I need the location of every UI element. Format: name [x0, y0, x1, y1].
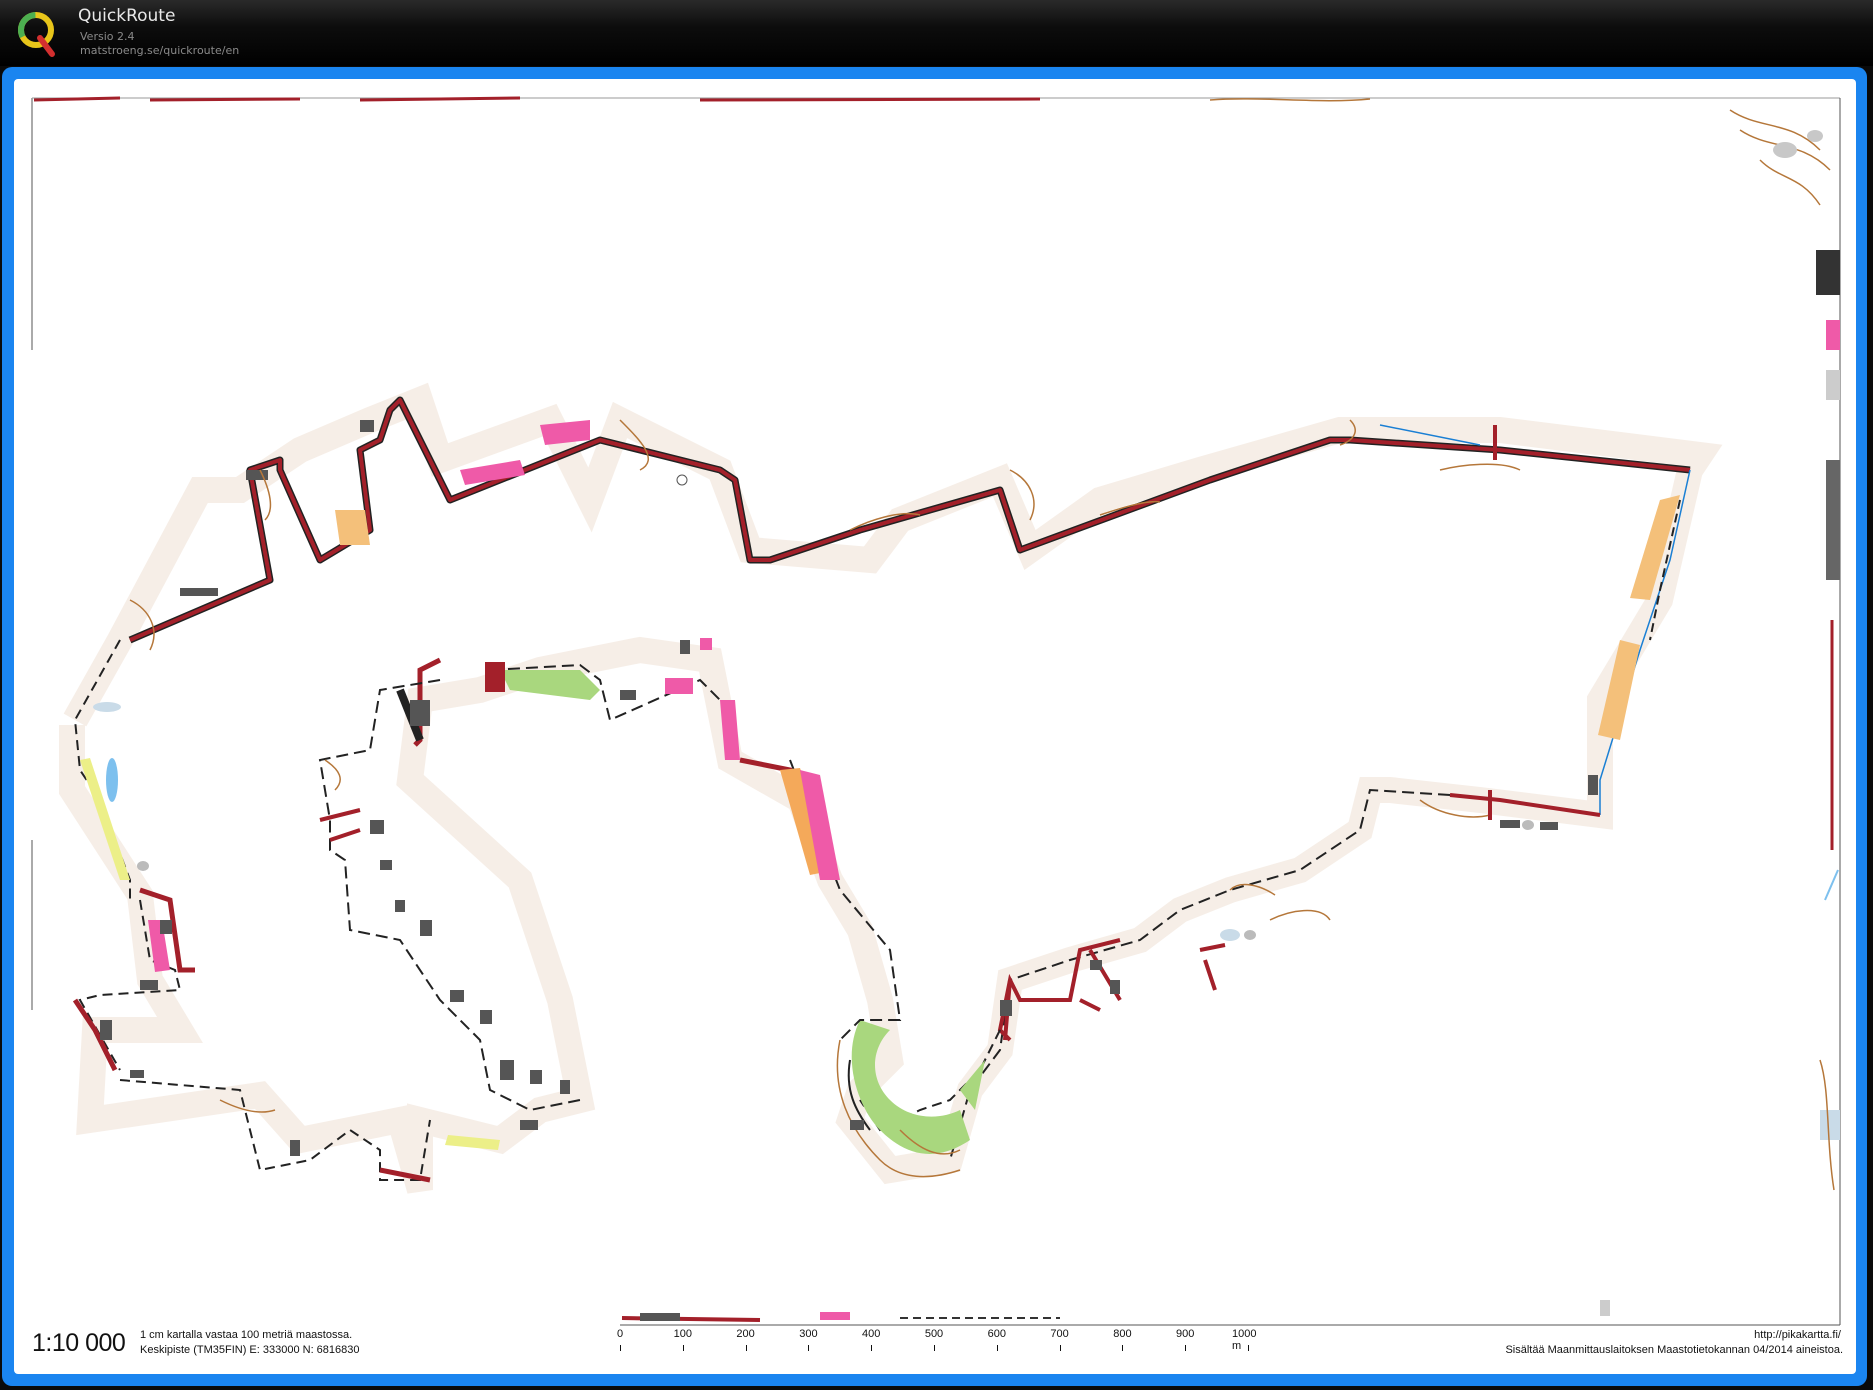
scale-bar-label: 400: [862, 1328, 881, 1340]
orienteering-map[interactable]: [14, 79, 1856, 1374]
scale-bar-tick: [934, 1345, 935, 1351]
scale-bar-tick: [745, 1345, 747, 1351]
scale-bar-tick: [996, 1345, 998, 1351]
source-url: http://pikakartta.fi/: [1754, 1329, 1841, 1341]
scale-bar-label: 300: [799, 1328, 818, 1340]
scale-bar-label: 200: [736, 1328, 755, 1340]
scale-bar-label: 700: [1050, 1328, 1069, 1340]
bottom-edge-fragments: [621, 1300, 1610, 1322]
map-scale: 1:10 000: [32, 1329, 126, 1357]
app-url[interactable]: matstroeng.se/quickroute/en: [80, 44, 239, 57]
scale-bar-label: 100: [673, 1328, 692, 1340]
scale-bar-tick: [1122, 1345, 1124, 1351]
scale-bar-label: 800: [1113, 1328, 1132, 1340]
attribution: Sisältää Maanmittauslaitoksen Maastotiet…: [1505, 1344, 1843, 1356]
scale-bar-tick: [682, 1345, 684, 1351]
scale-note: 1 cm kartalla vastaa 100 metriä maastoss…: [140, 1329, 353, 1341]
top-edge-fragments: [33, 96, 1840, 1191]
scale-bar-label: 500: [924, 1328, 944, 1340]
scale-bar-label: 900: [1176, 1328, 1195, 1340]
app-title-bar: QuickRoute Versio 2.4 matstroeng.se/quic…: [0, 0, 1873, 66]
scale-bar-tick: [1185, 1345, 1187, 1351]
scale-bar-tick: [620, 1345, 621, 1351]
app-version: Versio 2.4: [80, 30, 135, 43]
scale-bar-label: 600: [987, 1328, 1006, 1340]
center-point: Keskipiste (TM35FIN) E: 333000 N: 681683…: [140, 1344, 360, 1356]
scale-bar-label: 0: [616, 1328, 624, 1340]
scale-bar-tick: [871, 1345, 873, 1351]
quickroute-logo-icon: [18, 12, 55, 57]
scale-bar-tick: [1248, 1345, 1249, 1351]
app-title: QuickRoute: [78, 6, 176, 26]
scale-bar: 0 100 200 300 400 500 600 700 800 900 1000 m: [616, 1328, 1280, 1358]
map-viewport[interactable]: [14, 79, 1856, 1374]
scale-bar-tick: [808, 1345, 810, 1351]
scale-bar-tick: [1059, 1345, 1061, 1351]
route-corridor: [59, 382, 1723, 1194]
